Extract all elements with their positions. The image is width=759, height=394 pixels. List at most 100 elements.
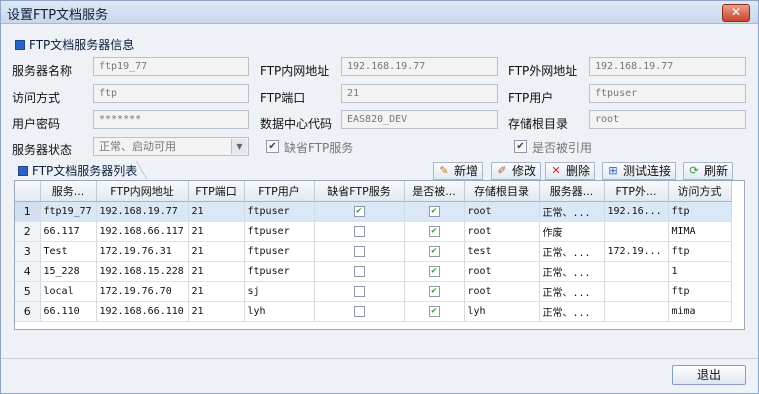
row-checkbox[interactable]: ✔ xyxy=(353,205,365,217)
status-select[interactable]: 正常、启动可用 ▼ xyxy=(93,137,249,156)
dc-code-field[interactable]: EAS820_DEV xyxy=(341,110,498,129)
cell-access: mima xyxy=(668,301,732,322)
row-checkbox[interactable]: ✔ xyxy=(428,205,440,217)
edit-button[interactable]: ✐ 修改 xyxy=(491,162,542,180)
test-connection-button[interactable]: ⊞ 测试连接 xyxy=(602,162,677,180)
dialog-window: 设置FTP文档服务 ✕ FTP文档服务器信息 服务器名称 ftp19_77 FT… xyxy=(0,0,759,394)
info-section-label: FTP文档服务器信息 xyxy=(29,38,135,52)
inner-ip-field[interactable]: 192.168.19.77 xyxy=(341,57,498,76)
exit-button[interactable]: 退出 xyxy=(672,365,746,385)
row-checkbox[interactable] xyxy=(353,225,365,237)
cell-default-ftp xyxy=(314,261,405,282)
col-header-inner-ip[interactable]: FTP内网地址 xyxy=(96,181,189,202)
list-section-title: FTP文档服务器列表 xyxy=(18,162,137,179)
cell-user: ftpuser xyxy=(244,261,315,282)
outer-ip-field[interactable]: 192.168.19.77 xyxy=(589,57,746,76)
col-header-root-dir[interactable]: 存储根目录 xyxy=(464,181,540,202)
cell-status: 正常、... xyxy=(539,281,605,302)
referenced-checkbox[interactable]: ✔ xyxy=(514,140,527,153)
cell-outer xyxy=(604,221,669,242)
table-row[interactable]: 6 66.110 192.168.66.110 21 lyh ✔ lyh 正常、... mima xyxy=(15,301,732,322)
cell-default-ftp xyxy=(314,301,405,322)
table-row[interactable]: 3 Test 172.19.76.31 21 ftpuser ✔ test 正常、... 172… xyxy=(15,241,732,262)
cell-user: ftpuser xyxy=(244,221,315,242)
footer-divider xyxy=(1,358,758,359)
server-name-field[interactable]: ftp19_77 xyxy=(93,57,249,76)
col-header-index[interactable] xyxy=(15,181,41,202)
col-header-access[interactable]: 访问方式 xyxy=(668,181,732,202)
cell-outer: 192.16... xyxy=(604,201,669,222)
cell-port: 21 xyxy=(188,301,245,322)
row-checkbox[interactable]: ✔ xyxy=(428,265,440,277)
refresh-button-label: 刷新 xyxy=(704,164,729,178)
row-checkbox[interactable] xyxy=(353,265,365,277)
cell-status: 作废 xyxy=(539,221,605,242)
cell-name: ftp19_77 xyxy=(40,201,97,222)
cell-root: root xyxy=(464,201,540,222)
tab-divider xyxy=(135,161,160,179)
row-checkbox[interactable] xyxy=(353,305,365,317)
add-button-label: 新增 xyxy=(454,164,479,178)
cell-port: 21 xyxy=(188,221,245,242)
row-index: 1 xyxy=(15,201,41,222)
default-ftp-checkbox[interactable]: ✔ xyxy=(266,140,279,153)
inner-ip-label: FTP内网地址 xyxy=(260,64,330,78)
refresh-button[interactable]: ⟳ 刷新 xyxy=(683,162,734,180)
password-field[interactable]: ******* xyxy=(93,110,249,129)
cell-user: lyh xyxy=(244,301,315,322)
cell-root: root xyxy=(464,281,540,302)
access-mode-field[interactable]: ftp xyxy=(93,84,249,103)
cell-referenced: ✔ xyxy=(404,221,465,242)
table-row[interactable]: 5 local 172.19.76.70 21 sj ✔ root 正常、... ftp xyxy=(15,281,732,302)
col-header-outer-ip[interactable]: FTP外... xyxy=(604,181,669,202)
chevron-down-icon[interactable]: ▼ xyxy=(231,139,247,154)
ftp-user-field[interactable]: ftpuser xyxy=(589,84,746,103)
delete-icon: ✕ xyxy=(551,164,561,177)
cell-port: 21 xyxy=(188,281,245,302)
col-header-name[interactable]: 服务... xyxy=(40,181,97,202)
server-table[interactable]: 服务... FTP内网地址 FTP端口 FTP用户 缺省FTP服务 是否被...… xyxy=(14,180,745,330)
cell-status: 正常、... xyxy=(539,241,605,262)
row-checkbox[interactable]: ✔ xyxy=(428,305,440,317)
cell-user: ftpuser xyxy=(244,241,315,262)
col-header-default[interactable]: 缺省FTP服务 xyxy=(314,181,405,202)
status-select-value: 正常、启动可用 xyxy=(99,140,176,153)
row-checkbox[interactable]: ✔ xyxy=(428,225,440,237)
dc-code-label: 数据中心代码 xyxy=(260,117,333,131)
row-checkbox[interactable] xyxy=(353,245,365,257)
ftp-user-label: FTP用户 xyxy=(508,91,554,105)
row-checkbox[interactable]: ✔ xyxy=(428,245,440,257)
close-button[interactable]: ✕ xyxy=(722,4,750,22)
cell-inner: 172.19.76.31 xyxy=(96,241,189,262)
network-icon: ⊞ xyxy=(608,164,618,177)
port-field[interactable]: 21 xyxy=(341,84,498,103)
password-label: 用户密码 xyxy=(12,117,61,131)
cell-access: MIMA xyxy=(668,221,732,242)
table-row[interactable]: 1 ftp19_77 192.168.19.77 21 ftpuser ✔ ✔ root 正常、… xyxy=(15,201,732,222)
cell-status: 正常、... xyxy=(539,261,605,282)
cell-port: 21 xyxy=(188,201,245,222)
status-label: 服务器状态 xyxy=(12,143,73,157)
cell-access: ftp xyxy=(668,201,732,222)
cell-default-ftp: ✔ xyxy=(314,201,405,222)
cell-root: lyh xyxy=(464,301,540,322)
cell-name: Test xyxy=(40,241,97,262)
delete-button[interactable]: ✕ 删除 xyxy=(545,162,596,180)
row-checkbox[interactable]: ✔ xyxy=(428,285,440,297)
test-connection-label: 测试连接 xyxy=(623,164,672,178)
add-button[interactable]: ✎ 新增 xyxy=(433,162,484,180)
list-section-label: FTP文档服务器列表 xyxy=(32,164,138,178)
col-header-user[interactable]: FTP用户 xyxy=(244,181,315,202)
cell-referenced: ✔ xyxy=(404,281,465,302)
col-header-status[interactable]: 服务器... xyxy=(539,181,605,202)
root-dir-field[interactable]: root xyxy=(589,110,746,129)
cell-default-ftp xyxy=(314,241,405,262)
col-header-port[interactable]: FTP端口 xyxy=(188,181,245,202)
row-checkbox[interactable] xyxy=(353,285,365,297)
table-row[interactable]: 2 66.117 192.168.66.117 21 ftpuser ✔ root 作废 MIM… xyxy=(15,221,732,242)
table-row[interactable]: 4 15_228 192.168.15.228 21 ftpuser ✔ root 正常、..… xyxy=(15,261,732,282)
row-index: 5 xyxy=(15,281,41,302)
cell-inner: 192.168.66.117 xyxy=(96,221,189,242)
col-header-referenced[interactable]: 是否被... xyxy=(404,181,465,202)
default-ftp-label: 缺省FTP服务 xyxy=(284,141,354,155)
